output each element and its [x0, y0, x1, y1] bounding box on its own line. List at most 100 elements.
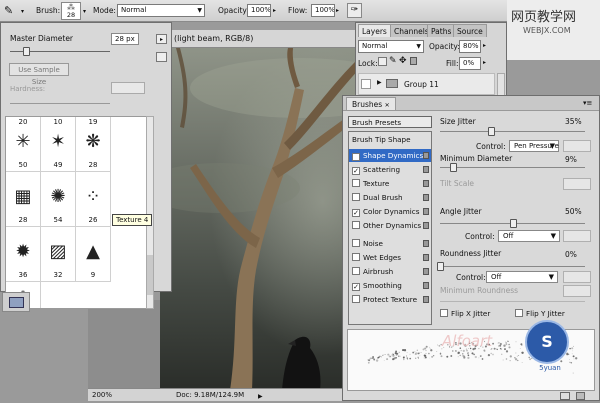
brush-thumbnail[interactable]: ▨ 32: [41, 227, 76, 282]
size-jitter-slider[interactable]: [440, 131, 585, 132]
layer-row[interactable]: ▶ Group 11: [358, 73, 495, 95]
roundness-fade-input[interactable]: [563, 271, 591, 283]
airbrush-toggle-icon[interactable]: ✑: [347, 3, 362, 18]
brush-option-scattering[interactable]: ✓ Scattering: [349, 163, 431, 176]
roundness-jitter-slider[interactable]: [440, 266, 585, 267]
fill-input[interactable]: 0%: [459, 57, 481, 70]
brush-thumbnail[interactable]: ✹ 36: [6, 227, 41, 282]
status-arrow-icon[interactable]: ▶: [258, 391, 263, 403]
min-diameter-slider-knob[interactable]: [450, 163, 458, 172]
tab-source[interactable]: Source: [453, 24, 487, 37]
brush-option-smoothing[interactable]: ✓ Smoothing: [349, 279, 431, 292]
lock-all-icon[interactable]: [410, 57, 417, 65]
size-jitter-slider-knob[interactable]: [487, 127, 495, 136]
brush-thumbnail[interactable]: 19 ❋ 28: [76, 117, 111, 172]
lock-icon[interactable]: [423, 222, 429, 229]
opacity-slider-arrow-icon[interactable]: ▸: [483, 42, 486, 49]
min-roundness-input[interactable]: [563, 285, 591, 297]
delete-icon[interactable]: [576, 392, 585, 400]
size-jitter-value[interactable]: 35%: [565, 117, 582, 126]
brush-option-wet-edges[interactable]: Wet Edges: [349, 251, 431, 264]
lock-transparency-icon[interactable]: [378, 57, 387, 66]
expand-arrow-icon[interactable]: ▶: [377, 79, 382, 86]
brush-tool-icon[interactable]: ✎: [4, 4, 20, 18]
brush-list-scroll-thumb[interactable]: [147, 255, 153, 295]
checkbox-icon[interactable]: ✓: [352, 153, 360, 161]
checkbox-icon[interactable]: [352, 193, 360, 201]
brush-presets-button[interactable]: Brush Presets: [348, 116, 432, 128]
brush-option-other-dynamics[interactable]: Other Dynamics: [349, 219, 431, 232]
lock-image-icon[interactable]: ✎: [389, 56, 397, 66]
hardness-input[interactable]: [111, 82, 145, 94]
hardness-slider[interactable]: [10, 103, 110, 104]
use-sample-size-button[interactable]: Use Sample Size: [9, 63, 69, 86]
angle-fade-input[interactable]: [563, 230, 591, 242]
tilt-scale-input[interactable]: [563, 178, 591, 190]
checkbox-icon[interactable]: [352, 239, 360, 247]
checkbox-icon[interactable]: [515, 309, 523, 317]
angle-jitter-slider-knob[interactable]: [509, 219, 517, 228]
checkbox-icon[interactable]: [352, 179, 360, 187]
angle-jitter-value[interactable]: 50%: [565, 207, 582, 216]
checkbox-icon[interactable]: [352, 295, 360, 303]
zoom-level[interactable]: 200%: [92, 389, 112, 401]
brush-thumbnail[interactable]: ▦ 28: [6, 172, 41, 227]
lock-icon[interactable]: [423, 194, 429, 201]
brush-thumbnail[interactable]: ⁘ 26: [76, 172, 111, 227]
master-diameter-input[interactable]: 28 px: [111, 33, 139, 45]
roundness-jitter-value[interactable]: 0%: [565, 250, 577, 259]
close-icon[interactable]: ✕: [385, 102, 390, 109]
checkbox-icon[interactable]: ✓: [352, 283, 360, 291]
flow-input[interactable]: 100%: [311, 4, 335, 17]
lock-icon[interactable]: [423, 282, 429, 289]
lock-icon[interactable]: [423, 296, 429, 303]
checkbox-icon[interactable]: ✓: [352, 167, 360, 175]
brush-option-shape-dynamics[interactable]: ✓ Shape Dynamics: [349, 149, 431, 162]
brush-option-dual-brush[interactable]: Dual Brush: [349, 191, 431, 204]
opacity-slider-arrow-icon[interactable]: ▸: [273, 7, 276, 14]
checkbox-icon[interactable]: [352, 253, 360, 261]
min-roundness-slider[interactable]: [440, 301, 585, 302]
lock-icon[interactable]: [423, 254, 429, 261]
layer-opacity-input[interactable]: 80%: [459, 40, 481, 53]
checkbox-icon[interactable]: ✓: [352, 209, 360, 217]
tab-paths[interactable]: Paths: [427, 24, 456, 37]
control1-select[interactable]: Pen Pressure ▼: [509, 140, 559, 152]
lock-icon[interactable]: [423, 240, 429, 247]
new-brush-icon[interactable]: [560, 392, 570, 400]
lock-icon[interactable]: [423, 208, 429, 215]
control3-select[interactable]: Off ▼: [486, 271, 558, 283]
visibility-eye-icon[interactable]: [361, 79, 371, 89]
mode-select[interactable]: Normal ▼: [117, 4, 205, 17]
opacity-input[interactable]: 100%: [247, 4, 271, 17]
checkbox-icon[interactable]: [352, 267, 360, 275]
lock-icon[interactable]: [423, 166, 429, 173]
panel-menu-icon[interactable]: ▸: [156, 34, 167, 44]
group-name[interactable]: Group 11: [404, 80, 439, 89]
flow-slider-arrow-icon[interactable]: ▸: [336, 7, 339, 14]
min-diameter-slider[interactable]: [440, 167, 585, 168]
lock-icon[interactable]: [423, 152, 429, 159]
chevron-down-icon[interactable]: ▾: [83, 8, 86, 15]
control2-select[interactable]: Off ▼: [498, 230, 560, 242]
brush-thumbnail[interactable]: 20 ✳ 50: [6, 117, 41, 172]
lock-icon[interactable]: [423, 180, 429, 187]
panel-menu-icon[interactable]: ▾≡: [583, 99, 594, 108]
tab-brushes[interactable]: Brushes ✕: [346, 97, 396, 110]
lock-icon[interactable]: [423, 268, 429, 275]
brush-option-noise[interactable]: Noise: [349, 237, 431, 250]
checkbox-icon[interactable]: [352, 221, 360, 229]
tab-channels[interactable]: Channels: [390, 24, 428, 37]
brush-preset-picker[interactable]: ⁂ 28: [61, 2, 81, 20]
master-diameter-slider-knob[interactable]: [23, 47, 30, 56]
screen-mode-icon[interactable]: [9, 297, 24, 308]
checkbox-icon[interactable]: [440, 309, 448, 317]
brush-thumbnail[interactable]: ▲ 9: [76, 227, 111, 282]
brush-option-airbrush[interactable]: Airbrush: [349, 265, 431, 278]
min-diameter-value[interactable]: 9%: [565, 155, 577, 164]
brush-tip-shape-item[interactable]: Brush Tip Shape: [352, 135, 411, 144]
flip-x-jitter-checkbox[interactable]: Flip X Jitter: [440, 309, 490, 318]
flip-y-jitter-checkbox[interactable]: Flip Y Jitter: [515, 309, 565, 318]
tool-preset-dropdown-icon[interactable]: ▾: [21, 8, 24, 15]
brush-thumbnail[interactable]: 10 ✶ 49: [41, 117, 76, 172]
